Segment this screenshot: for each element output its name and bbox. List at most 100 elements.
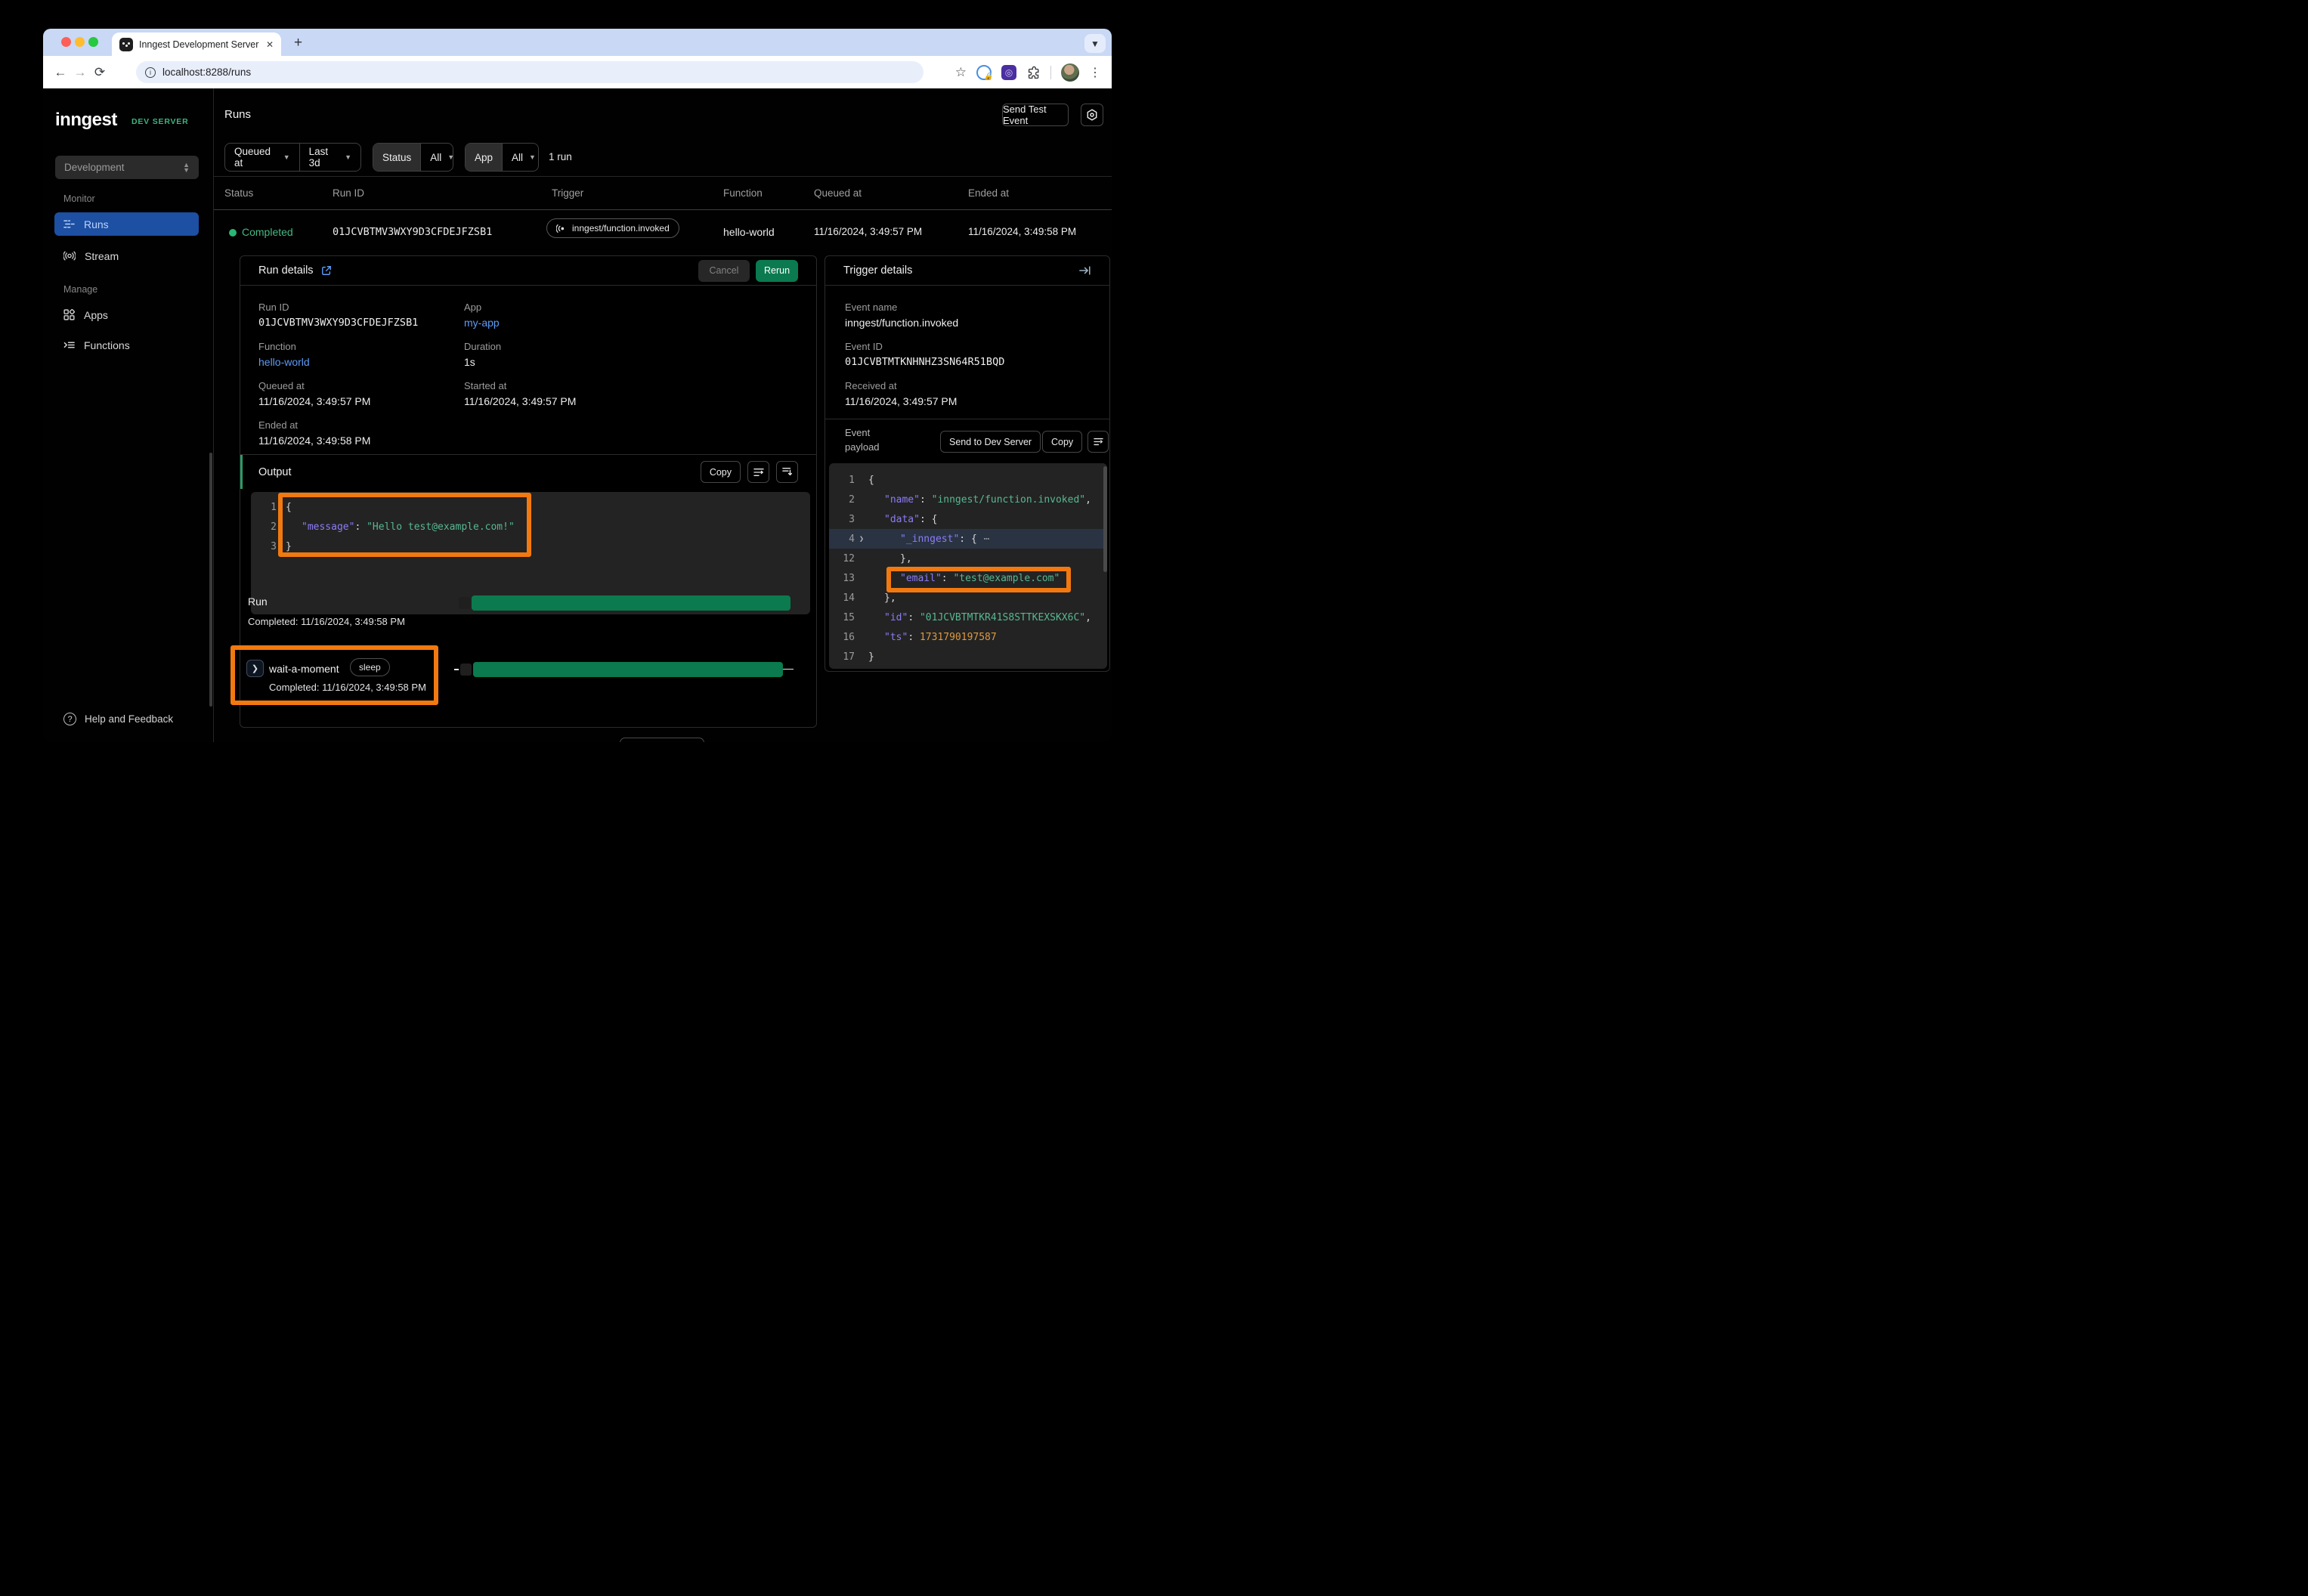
col-status[interactable]: Status xyxy=(224,187,253,199)
password-manager-extension-icon[interactable]: 🔒 xyxy=(976,65,992,80)
rerun-button[interactable]: Rerun xyxy=(756,260,798,282)
sidebar-item-functions[interactable]: Functions xyxy=(54,333,199,357)
collapse-panel-icon[interactable] xyxy=(1079,265,1091,276)
app-filter-value-seg[interactable]: All ▼ xyxy=(502,144,539,171)
status-filter[interactable]: Status All ▼ xyxy=(373,143,453,172)
sidebar-item-runs-label: Runs xyxy=(84,218,109,230)
duration-label: Duration xyxy=(464,341,501,352)
event-trigger-icon xyxy=(556,224,567,234)
toolbar-divider xyxy=(1050,66,1051,79)
page-title: Runs xyxy=(224,108,251,121)
received-at-value: 11/16/2024, 3:49:57 PM xyxy=(845,395,957,407)
extensions-puzzle-icon[interactable] xyxy=(1026,65,1041,79)
queued-at-filter[interactable]: Queued at ▼ xyxy=(225,144,299,171)
purple-extension-icon[interactable]: ◎ xyxy=(1001,65,1016,80)
trigger-pill-label: inngest/function.invoked xyxy=(572,223,670,234)
open-external-icon[interactable] xyxy=(321,265,332,276)
traffic-light-minimize[interactable] xyxy=(75,37,85,47)
send-to-dev-server-button[interactable]: Send to Dev Server xyxy=(940,431,1041,453)
code-line-1: 1{ xyxy=(829,470,1107,490)
dev-server-badge: DEV SERVER xyxy=(131,117,189,126)
inngest-logo: inngest xyxy=(55,110,117,131)
run-bar[interactable] xyxy=(472,595,790,611)
tab-close-icon[interactable]: ✕ xyxy=(266,39,274,50)
tab-search-chevron-icon[interactable]: ▼ xyxy=(1084,34,1106,53)
workspace-select[interactable]: Development ▲▼ xyxy=(55,156,199,179)
queued-at-value: 11/16/2024, 3:49:57 PM xyxy=(258,395,370,407)
browser-window: Inngest Development Server ✕ + ▼ ← → ⟳ i… xyxy=(43,29,1112,742)
status-filter-label: Status xyxy=(382,152,411,163)
tab-title: Inngest Development Server xyxy=(139,39,260,50)
payload-scrollbar-thumb[interactable] xyxy=(1103,466,1107,572)
sidebar-item-apps[interactable]: Apps xyxy=(54,303,199,326)
new-tab-button[interactable]: + xyxy=(294,35,302,51)
step-bar[interactable] xyxy=(473,662,783,677)
send-test-event-button[interactable]: Send Test Event xyxy=(1002,104,1069,126)
apps-icon xyxy=(63,309,75,320)
app-filter[interactable]: App All ▼ xyxy=(465,143,539,172)
queued-at-label: Queued at xyxy=(258,380,305,391)
site-info-icon[interactable]: i xyxy=(145,67,156,78)
wrap-text-button[interactable] xyxy=(747,461,769,483)
sidebar-item-runs[interactable]: Runs xyxy=(54,212,199,236)
browser-tabstrip: Inngest Development Server ✕ + ▼ xyxy=(43,29,1112,56)
col-trigger[interactable]: Trigger xyxy=(552,187,583,199)
trigger-pill[interactable]: inngest/function.invoked xyxy=(546,218,679,238)
event-id-value: 01JCVBTMTKNHNHZ3SN64R51BQD xyxy=(845,356,1004,368)
help-icon: ? xyxy=(63,713,76,725)
stream-icon xyxy=(63,250,76,261)
status-filter-value-seg[interactable]: All ▼ xyxy=(420,144,453,171)
event-payload-code-block[interactable]: 1{2"name": "inngest/function.invoked",3"… xyxy=(829,463,1107,669)
app-filter-label: App xyxy=(475,152,493,163)
app-link[interactable]: my-app xyxy=(464,317,500,329)
run-details-header: Run details Cancel Rerun xyxy=(240,256,816,286)
col-queued-at[interactable]: Queued at xyxy=(814,187,862,199)
reload-icon[interactable]: ⟳ xyxy=(90,65,110,80)
sidebar: inngest DEV SERVER Development ▲▼ Monito… xyxy=(43,88,214,742)
traffic-light-close[interactable] xyxy=(61,37,71,47)
col-run-id[interactable]: Run ID xyxy=(333,187,364,199)
timeline-run-label: Run xyxy=(248,595,268,608)
sidebar-item-stream[interactable]: Stream xyxy=(54,244,199,268)
url-bar[interactable]: i localhost:8288/runs xyxy=(136,61,924,83)
step-bar-end-tick xyxy=(783,669,794,670)
status-filter-label-seg: Status xyxy=(373,144,420,171)
browser-menu-icon[interactable]: ⋮ xyxy=(1089,65,1101,80)
table-row[interactable]: Completed 01JCVBTMV3WXY9D3CFDEJFZSB1 inn… xyxy=(214,210,1112,255)
event-payload-label-2: payload xyxy=(845,441,880,453)
scrollbar-thumb[interactable] xyxy=(209,453,212,707)
sidebar-item-apps-label: Apps xyxy=(84,309,108,321)
time-range-filter[interactable]: Last 3d ▼ xyxy=(299,144,360,171)
code-line-4: 4❯"_inngest": { ⋯ xyxy=(829,529,1107,549)
traffic-light-zoom[interactable] xyxy=(88,37,98,47)
step-expand-chevron[interactable]: ❯ xyxy=(246,660,264,677)
time-field-filter[interactable]: Queued at ▼ Last 3d ▼ xyxy=(224,143,361,172)
forward-icon[interactable]: → xyxy=(70,65,90,80)
settings-gear-button[interactable] xyxy=(1081,104,1103,126)
function-link[interactable]: hello-world xyxy=(258,356,310,368)
partial-button-cutoff[interactable] xyxy=(620,738,704,742)
run-details-card: Run details Cancel Rerun Run ID 01JCVBTM… xyxy=(240,255,817,728)
inngest-app: inngest DEV SERVER Development ▲▼ Monito… xyxy=(43,88,1112,742)
code-line-12: 12}, xyxy=(829,549,1107,568)
bookmark-star-icon[interactable]: ☆ xyxy=(955,65,967,80)
cancel-button[interactable]: Cancel xyxy=(698,260,750,282)
col-function[interactable]: Function xyxy=(723,187,763,199)
browser-tab[interactable]: Inngest Development Server ✕ xyxy=(112,32,281,56)
expand-all-button[interactable] xyxy=(776,461,798,483)
select-chevrons-icon: ▲▼ xyxy=(183,162,190,173)
duration-value: 1s xyxy=(464,356,475,368)
back-icon[interactable]: ← xyxy=(51,65,70,80)
code-line-14: 14}, xyxy=(829,588,1107,608)
profile-avatar[interactable] xyxy=(1061,63,1079,82)
help-and-feedback[interactable]: ? Help and Feedback xyxy=(63,713,173,725)
collapse-chevron-icon[interactable]: ❯ xyxy=(855,535,868,543)
sidebar-section-manage: Manage xyxy=(63,284,97,295)
output-title: Output xyxy=(258,466,292,478)
payload-copy-button[interactable]: Copy xyxy=(1042,431,1082,453)
status-dot xyxy=(229,229,237,237)
payload-wrap-text-button[interactable] xyxy=(1087,431,1109,453)
col-ended-at[interactable]: Ended at xyxy=(968,187,1009,199)
sidebar-section-monitor: Monitor xyxy=(63,193,95,204)
output-copy-button[interactable]: Copy xyxy=(701,461,741,483)
